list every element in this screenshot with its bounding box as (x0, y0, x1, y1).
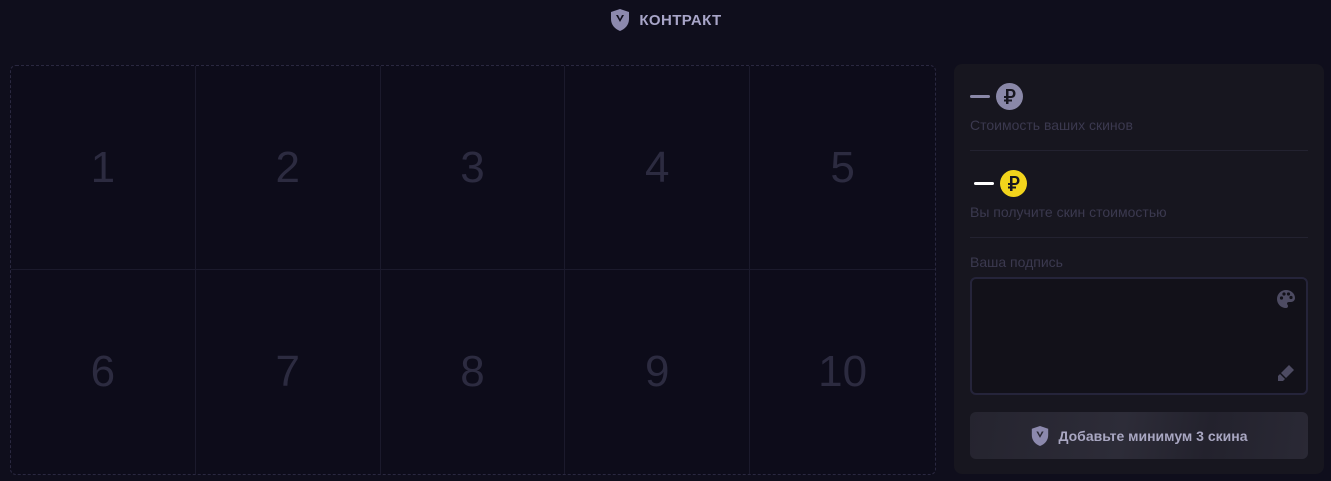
contract-slot[interactable]: 7 (196, 270, 381, 474)
slot-number: 5 (830, 142, 855, 192)
contract-slot[interactable]: 4 (565, 66, 751, 270)
header: КОНТРАКТ (0, 6, 1331, 34)
your-skins-price (970, 83, 1133, 110)
ruble-coin-icon (996, 83, 1023, 110)
receive-price (970, 170, 1167, 197)
contract-slot[interactable]: 8 (381, 270, 566, 474)
ruble-gold-coin-icon (1000, 170, 1027, 197)
contract-slot[interactable]: 6 (11, 270, 196, 474)
contract-slot[interactable]: 1 (11, 66, 196, 270)
slot-number: 6 (90, 347, 116, 396)
contract-slot[interactable]: 3 (380, 66, 566, 270)
slot-number: 10 (818, 347, 868, 396)
empty-value-dash (974, 182, 994, 185)
your-skins-caption: Стоимость ваших скинов (970, 117, 1133, 133)
receive-value-block: Вы получите скин стоимостью (970, 170, 1167, 220)
contract-slot[interactable]: 5 (750, 66, 935, 270)
slot-number: 7 (275, 347, 300, 396)
contract-slot[interactable]: 10 (750, 270, 935, 474)
signature-canvas[interactable] (970, 277, 1308, 395)
slot-number: 3 (460, 142, 485, 192)
receive-caption: Вы получите скин стоимостью (970, 204, 1167, 220)
page-title: КОНТРАКТ (639, 11, 722, 29)
palette-icon[interactable] (1276, 289, 1296, 309)
shield-icon (1032, 425, 1049, 446)
contract-slots-grid: 1 2 3 4 5 6 7 8 9 10 (10, 65, 936, 475)
divider (970, 150, 1308, 151)
your-skins-value-block: Стоимость ваших скинов (970, 83, 1133, 133)
add-skins-button-label: Добавьте минимум 3 скина (1058, 427, 1248, 444)
contract-slot[interactable]: 2 (195, 66, 381, 270)
slot-number: 8 (460, 347, 485, 396)
contract-page: КОНТРАКТ 1 2 3 4 5 6 7 8 9 10 Стоимость … (0, 0, 1331, 481)
shield-icon (611, 9, 630, 31)
contract-slot[interactable]: 9 (565, 270, 751, 474)
contract-summary-panel: Стоимость ваших скинов Вы получите скин … (954, 64, 1324, 474)
slot-number: 4 (645, 142, 670, 192)
divider (970, 237, 1308, 238)
slot-number: 1 (90, 142, 116, 192)
signature-label: Ваша подпись (970, 254, 1063, 270)
eraser-icon[interactable] (1276, 363, 1296, 383)
add-skins-button[interactable]: Добавьте минимум 3 скина (970, 412, 1308, 459)
slot-number: 9 (645, 347, 670, 396)
empty-value-dash (970, 95, 990, 98)
slot-number: 2 (275, 142, 300, 192)
